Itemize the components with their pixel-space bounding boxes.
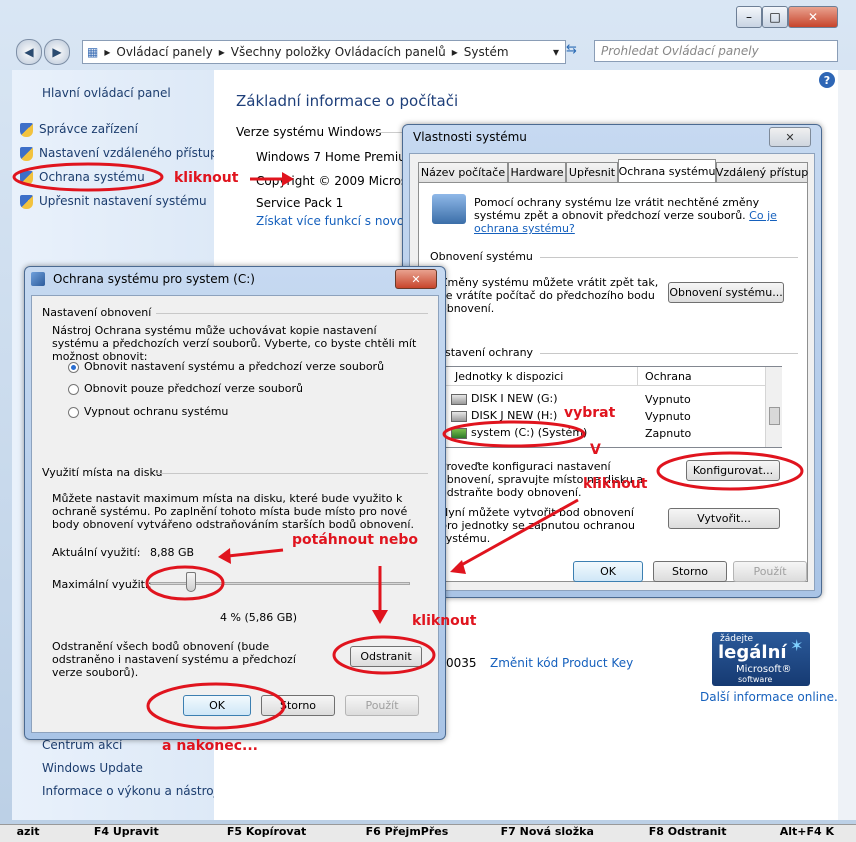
arrowhead xyxy=(372,610,388,624)
arrowhead xyxy=(282,172,294,186)
annotation-text: kliknout xyxy=(174,170,239,186)
annotation-ellipse xyxy=(442,420,586,448)
annotation-text: potáhnout nebo xyxy=(292,532,418,548)
annotation-text: vybrat xyxy=(564,405,616,421)
annotation-overlay xyxy=(12,162,804,730)
annotation-text: kliknout xyxy=(583,476,648,492)
annotation-arrow xyxy=(227,548,284,558)
arrowhead xyxy=(218,548,231,564)
annotation-text: V xyxy=(590,442,601,458)
annotation-text: a nakonec... xyxy=(162,738,259,754)
annotation-ellipse xyxy=(146,682,286,730)
annotation-arrow xyxy=(455,498,579,570)
annotation-ellipse xyxy=(656,451,804,491)
annotation-ellipse xyxy=(145,565,225,601)
annotation-ellipse xyxy=(12,162,164,192)
annotation-text: kliknout xyxy=(412,613,477,629)
annotation-ellipse xyxy=(332,635,436,675)
